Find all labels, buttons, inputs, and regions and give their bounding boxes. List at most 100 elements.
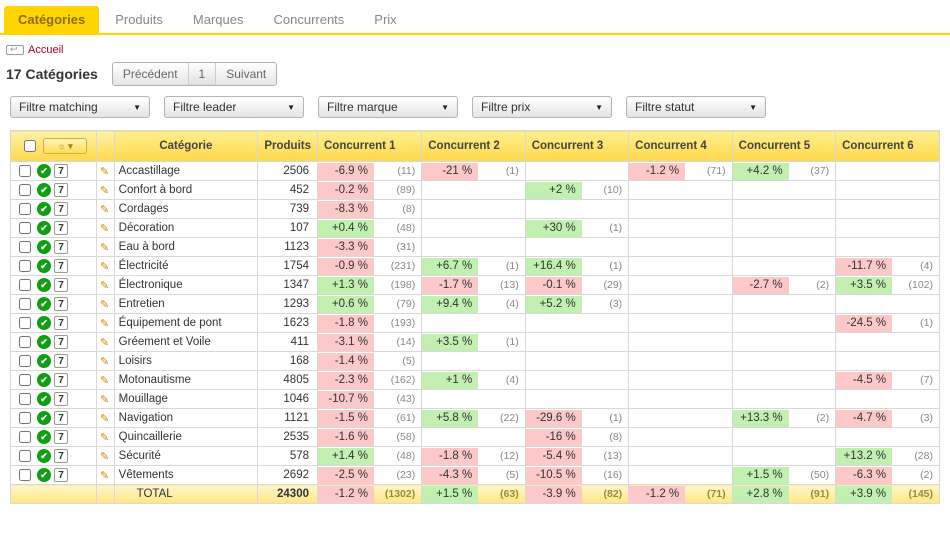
row-checkbox[interactable] — [19, 203, 31, 215]
cell-c1: -1.8 %(193) — [318, 314, 422, 333]
rank-badge: 7 — [54, 240, 68, 254]
cell-c6 — [836, 200, 940, 219]
cell-tools: ✔7 — [11, 200, 97, 219]
cell-edit[interactable]: ✎ — [97, 352, 115, 371]
back-home-icon[interactable] — [6, 45, 24, 55]
cell-category[interactable]: Cordages — [114, 200, 257, 219]
pager-next[interactable]: Suivant — [216, 63, 276, 85]
cell-c5 — [732, 219, 835, 238]
pager-prev[interactable]: Précédent — [113, 63, 189, 85]
row-checkbox[interactable] — [19, 469, 31, 481]
cell-category[interactable]: Gréement et Voile — [114, 333, 257, 352]
row-checkbox[interactable] — [19, 317, 31, 329]
filter-leader[interactable]: Filtre leader▼ — [164, 96, 304, 118]
cell-edit[interactable]: ✎ — [97, 390, 115, 409]
cell-c1: -3.3 %(31) — [318, 238, 422, 257]
col-category[interactable]: Catégorie — [114, 131, 257, 162]
pager-page-1[interactable]: 1 — [189, 63, 217, 85]
cell-tools — [11, 485, 97, 504]
col-concurrent-3[interactable]: Concurrent 3 — [525, 131, 628, 162]
filter-prix[interactable]: Filtre prix▼ — [472, 96, 612, 118]
col-concurrent-1[interactable]: Concurrent 1 — [318, 131, 422, 162]
cell-edit[interactable]: ✎ — [97, 219, 115, 238]
filter-statut[interactable]: Filtre statut▼ — [626, 96, 766, 118]
tab-concurrents[interactable]: Concurrents — [259, 6, 358, 33]
cell-category[interactable]: Électronique — [114, 276, 257, 295]
cell-edit[interactable]: ✎ — [97, 371, 115, 390]
cell-c5: +2.8 %(91) — [732, 485, 835, 504]
cell-c6: -6.3 %(2) — [836, 466, 940, 485]
tab-produits[interactable]: Produits — [101, 6, 177, 33]
row-checkbox[interactable] — [19, 184, 31, 196]
cell-edit[interactable]: ✎ — [97, 257, 115, 276]
col-concurrent-6[interactable]: Concurrent 6 — [836, 131, 940, 162]
cell-c1: -1.4 %(5) — [318, 352, 422, 371]
row-checkbox[interactable] — [19, 165, 31, 177]
row-checkbox[interactable] — [19, 355, 31, 367]
cell-tools: ✔7 — [11, 181, 97, 200]
tab-marques[interactable]: Marques — [179, 6, 258, 33]
cell-edit[interactable]: ✎ — [97, 295, 115, 314]
cell-tools: ✔7 — [11, 257, 97, 276]
cell-edit[interactable]: ✎ — [97, 314, 115, 333]
cell-category[interactable]: Sécurité — [114, 447, 257, 466]
cell-edit[interactable]: ✎ — [97, 238, 115, 257]
row-checkbox[interactable] — [19, 279, 31, 291]
cell-c4 — [629, 257, 732, 276]
cell-edit[interactable]: ✎ — [97, 200, 115, 219]
cell-category[interactable]: Confort à bord — [114, 181, 257, 200]
cell-edit[interactable]: ✎ — [97, 333, 115, 352]
select-all-checkbox[interactable] — [24, 140, 36, 152]
cell-edit[interactable]: ✎ — [97, 276, 115, 295]
col-concurrent-4[interactable]: Concurrent 4 — [629, 131, 732, 162]
row-checkbox[interactable] — [19, 298, 31, 310]
cell-category[interactable]: Eau à bord — [114, 238, 257, 257]
cell-category[interactable]: Loisirs — [114, 352, 257, 371]
cell-c6 — [836, 352, 940, 371]
cell-category[interactable]: Électricité — [114, 257, 257, 276]
row-checkbox[interactable] — [19, 374, 31, 386]
filter-matching[interactable]: Filtre matching▼ — [10, 96, 150, 118]
cell-c2: -1.8 %(12) — [422, 447, 525, 466]
cell-category[interactable]: Motonautisme — [114, 371, 257, 390]
breadcrumb-home[interactable]: Accueil — [28, 44, 63, 56]
cell-edit[interactable]: ✎ — [97, 447, 115, 466]
cell-edit[interactable]: ✎ — [97, 466, 115, 485]
rank-badge: 7 — [54, 354, 68, 368]
cell-category[interactable]: Accastillage — [114, 162, 257, 181]
col-concurrent-2[interactable]: Concurrent 2 — [422, 131, 525, 162]
row-checkbox[interactable] — [19, 393, 31, 405]
bulk-actions-button[interactable]: ☼ ▾ — [43, 138, 87, 154]
col-concurrent-5[interactable]: Concurrent 5 — [732, 131, 835, 162]
cell-category[interactable]: Équipement de pont — [114, 314, 257, 333]
row-checkbox[interactable] — [19, 450, 31, 462]
cell-category[interactable]: Entretien — [114, 295, 257, 314]
cell-c2: +5.8 %(22) — [422, 409, 525, 428]
cell-c3: -5.4 %(13) — [525, 447, 628, 466]
cell-category[interactable]: Mouillage — [114, 390, 257, 409]
filter-marque[interactable]: Filtre marque▼ — [318, 96, 458, 118]
cell-c4 — [629, 276, 732, 295]
cell-category[interactable]: Décoration — [114, 219, 257, 238]
row-checkbox[interactable] — [19, 222, 31, 234]
cell-c4 — [629, 238, 732, 257]
cell-category[interactable]: Quincaillerie — [114, 428, 257, 447]
col-produits[interactable]: Produits — [258, 131, 318, 162]
cell-edit[interactable]: ✎ — [97, 162, 115, 181]
row-checkbox[interactable] — [19, 241, 31, 253]
cell-category[interactable]: Vêtements — [114, 466, 257, 485]
cell-edit[interactable]: ✎ — [97, 428, 115, 447]
tab-cat-gories[interactable]: Catégories — [4, 6, 99, 33]
cell-edit[interactable]: ✎ — [97, 409, 115, 428]
cell-c4 — [629, 352, 732, 371]
cell-c5 — [732, 390, 835, 409]
cell-produits: 1754 — [258, 257, 318, 276]
cell-edit[interactable]: ✎ — [97, 181, 115, 200]
row-checkbox[interactable] — [19, 260, 31, 272]
tab-prix[interactable]: Prix — [360, 6, 410, 33]
row-checkbox[interactable] — [19, 336, 31, 348]
row-checkbox[interactable] — [19, 412, 31, 424]
cell-c3 — [525, 333, 628, 352]
cell-category[interactable]: Navigation — [114, 409, 257, 428]
row-checkbox[interactable] — [19, 431, 31, 443]
